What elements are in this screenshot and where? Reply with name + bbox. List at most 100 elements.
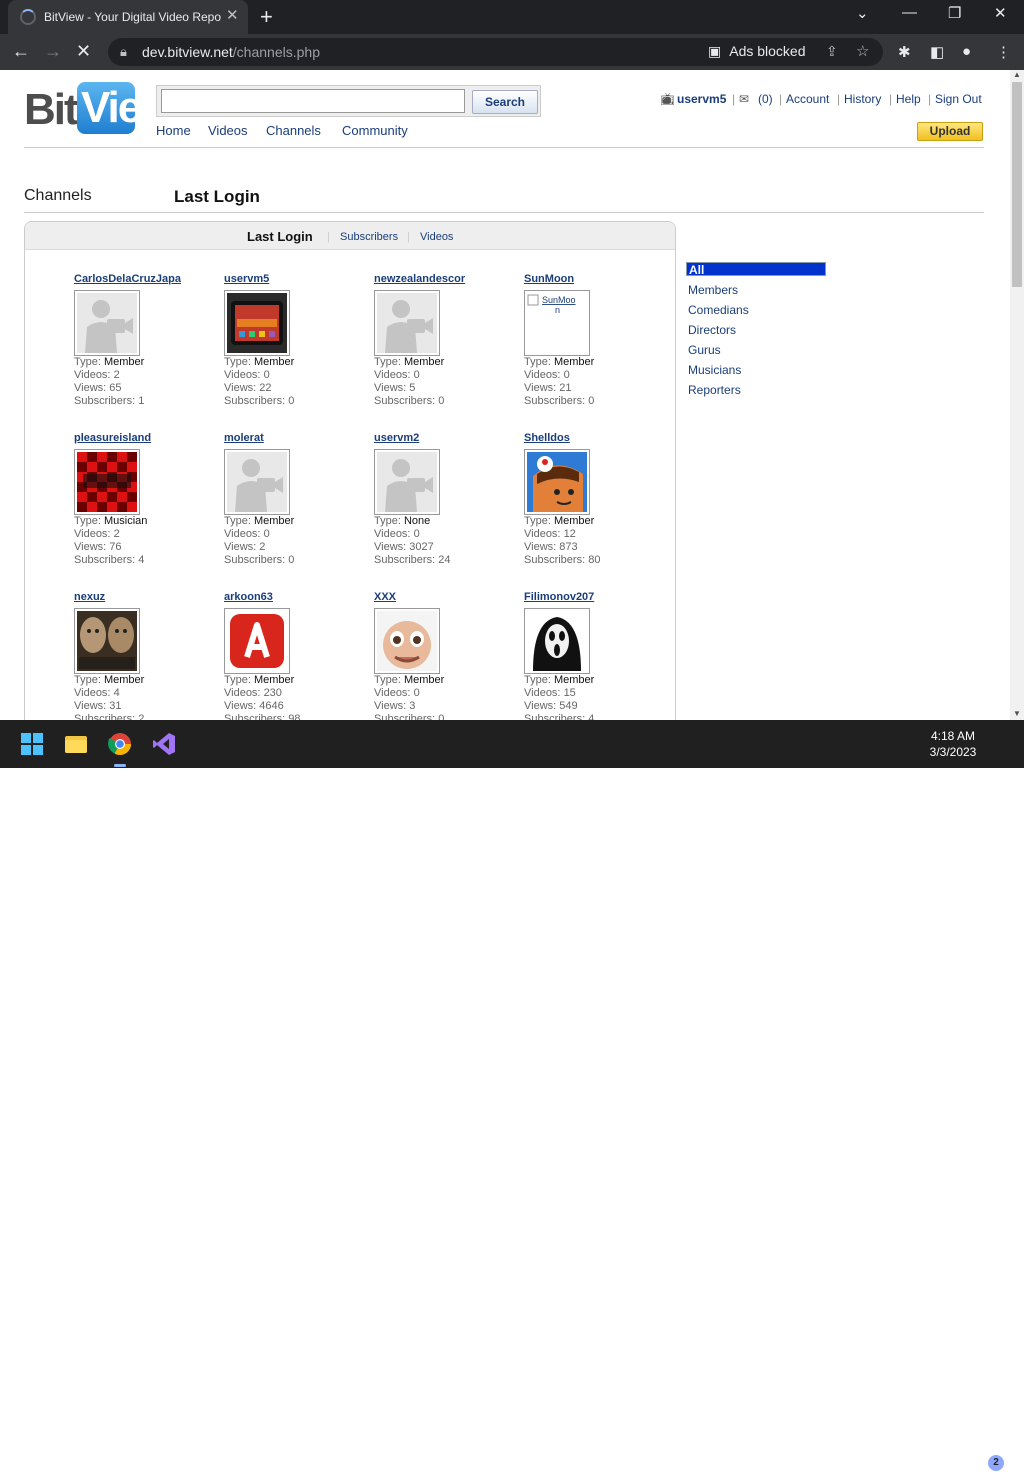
inbox-count[interactable]: (0)	[758, 92, 773, 106]
channel-avatar[interactable]	[374, 608, 440, 674]
channel-avatar[interactable]	[74, 608, 140, 674]
sign-out-link[interactable]: Sign Out	[935, 92, 982, 106]
channel-name-link[interactable]: uservm5	[224, 273, 364, 287]
tray-overflow-icon[interactable]: ︿	[819, 1455, 833, 1475]
channel-avatar[interactable]	[374, 290, 440, 356]
channel-avatar[interactable]	[374, 449, 440, 515]
upload-button[interactable]: Upload	[917, 122, 983, 141]
history-link[interactable]: History	[844, 92, 881, 106]
section-title: Channels	[24, 187, 92, 204]
clock-time: 4:18 AM	[930, 729, 976, 743]
channel-avatar[interactable]	[224, 608, 290, 674]
channel-views-row: Views: 549	[524, 700, 578, 712]
mail-icon[interactable]: ✉︎	[739, 92, 749, 106]
category-list: All Members Comedians Directors Gurus Mu…	[686, 262, 826, 400]
channel-type-row: Type: Member	[74, 356, 145, 368]
category-directors[interactable]: Directors	[686, 320, 826, 340]
scroll-down-icon[interactable]: ▼	[1013, 709, 1021, 718]
channel-avatar[interactable]: SunMoo n	[524, 290, 590, 356]
search-input[interactable]	[161, 89, 465, 113]
channel-avatar[interactable]	[224, 290, 290, 356]
channel-name-link[interactable]: Filimonov207	[524, 591, 664, 605]
channel-avatar[interactable]	[74, 290, 140, 356]
channel-videos-row: Videos: 12	[524, 528, 576, 540]
windows-start-icon[interactable]	[20, 732, 44, 756]
channel-subscribers-row: Subscribers: 0	[524, 395, 595, 407]
minimize-icon[interactable]: —	[902, 4, 917, 21]
separator: |	[407, 231, 410, 243]
menu-icon[interactable]: ⋮	[996, 43, 1011, 61]
new-tab-icon[interactable]: +	[260, 4, 273, 30]
network-icon[interactable]: ▭	[870, 1455, 883, 1472]
channel-card: molerat Type: Member Videos: 0 Views: 2 Subs…	[224, 432, 364, 567]
volume-icon[interactable]: 🔊︎	[894, 1455, 903, 1472]
channel-card: uservm5 Type: Member Videos: 0 Views: 22 Sub…	[224, 273, 364, 408]
nav-videos[interactable]: Videos	[208, 123, 248, 138]
search-button[interactable]: Search	[472, 90, 538, 114]
sort-subscribers[interactable]: Subscribers	[340, 231, 398, 243]
channel-name-link[interactable]: Shelldos	[524, 432, 664, 446]
close-window-icon[interactable]: ✕	[994, 4, 1007, 22]
scroll-up-icon[interactable]: ▲	[1013, 70, 1021, 79]
category-musicians[interactable]: Musicians	[686, 360, 826, 380]
sync-icon[interactable]: ⟳	[843, 1455, 855, 1472]
nav-home[interactable]: Home	[156, 123, 191, 138]
channel-name-link[interactable]: CarlosDelaCruzJapa	[74, 273, 214, 287]
category-all[interactable]: All	[686, 262, 826, 277]
ads-blocked-indicator[interactable]: ▣ Ads blocked	[708, 43, 806, 60]
sort-videos[interactable]: Videos	[420, 231, 453, 243]
bookmark-star-icon[interactable]: ☆	[856, 42, 869, 60]
close-tab-icon[interactable]: ✕	[226, 6, 239, 24]
clock[interactable]: 4:18 AM 3/3/2023	[922, 728, 984, 760]
restore-icon[interactable]: ❐	[948, 4, 961, 22]
channel-avatar[interactable]	[224, 449, 290, 515]
channel-name-link[interactable]: XXX	[374, 591, 514, 605]
address-bar[interactable]: 🔒︎ dev.bitview.net/channels.php ▣ Ads blo…	[108, 38, 883, 66]
category-reporters[interactable]: Reporters	[686, 380, 826, 400]
side-panel-icon[interactable]: ◧	[930, 43, 944, 61]
back-icon[interactable]: ←	[12, 41, 30, 62]
channel-name-link[interactable]: arkoon63	[224, 591, 364, 605]
channel-tv-icon: 📺︎	[660, 92, 676, 106]
channel-avatar[interactable]	[524, 608, 590, 674]
separator: |	[837, 92, 841, 106]
chrome-icon[interactable]	[108, 732, 132, 756]
separator: |	[732, 92, 736, 106]
notification-badge[interactable]: 2	[988, 1455, 1004, 1471]
channel-avatar[interactable]	[74, 449, 140, 515]
channel-name-link[interactable]: newzealandescor	[374, 273, 514, 287]
channel-card: Shelldos Type: Member Videos: 12 Views: 873…	[524, 432, 664, 567]
visual-studio-icon[interactable]	[152, 732, 176, 756]
channel-name-link[interactable]: uservm2	[374, 432, 514, 446]
channel-name-link[interactable]: nexuz	[74, 591, 214, 605]
username-link[interactable]: uservm5	[677, 92, 726, 106]
lock-icon[interactable]: 🔒︎	[120, 44, 127, 60]
category-members[interactable]: Members	[686, 280, 826, 300]
help-link[interactable]: Help	[896, 92, 921, 106]
extensions-icon[interactable]: ✱	[898, 43, 911, 61]
file-explorer-icon[interactable]	[64, 732, 88, 756]
tab-search-icon[interactable]: ⌄	[856, 4, 869, 22]
channel-name-link[interactable]: molerat	[224, 432, 364, 446]
channel-avatar[interactable]	[524, 449, 590, 515]
channel-type-row: Type: Musician	[74, 515, 148, 527]
page-scrollbar[interactable]: ▲ ▼	[1010, 70, 1024, 720]
category-gurus[interactable]: Gurus	[686, 340, 826, 360]
channel-name-link[interactable]: SunMoon	[524, 273, 664, 287]
forward-icon[interactable]: →	[44, 41, 62, 62]
category-comedians[interactable]: Comedians	[686, 300, 826, 320]
account-link[interactable]: Account	[786, 92, 829, 106]
channel-name-link[interactable]: pleasureisland	[74, 432, 214, 446]
channel-views-row: Views: 5	[374, 382, 416, 394]
channel-videos-row: Videos: 2	[74, 369, 120, 381]
nav-community[interactable]: Community	[342, 123, 408, 138]
share-icon[interactable]: ⇪	[826, 43, 838, 60]
scroll-thumb[interactable]	[1012, 82, 1022, 287]
channel-subscribers-row: Subscribers: 4	[74, 554, 145, 566]
channel-subscribers-row: Subscribers: 24	[374, 554, 451, 566]
profile-icon[interactable]: ●	[962, 43, 971, 60]
stop-icon[interactable]: ✕	[76, 41, 91, 62]
nav-channels[interactable]: Channels	[266, 123, 321, 138]
channel-videos-row: Videos: 4	[74, 687, 120, 699]
browser-tab[interactable]: BitView - Your Digital Video Repo ✕	[8, 0, 248, 34]
